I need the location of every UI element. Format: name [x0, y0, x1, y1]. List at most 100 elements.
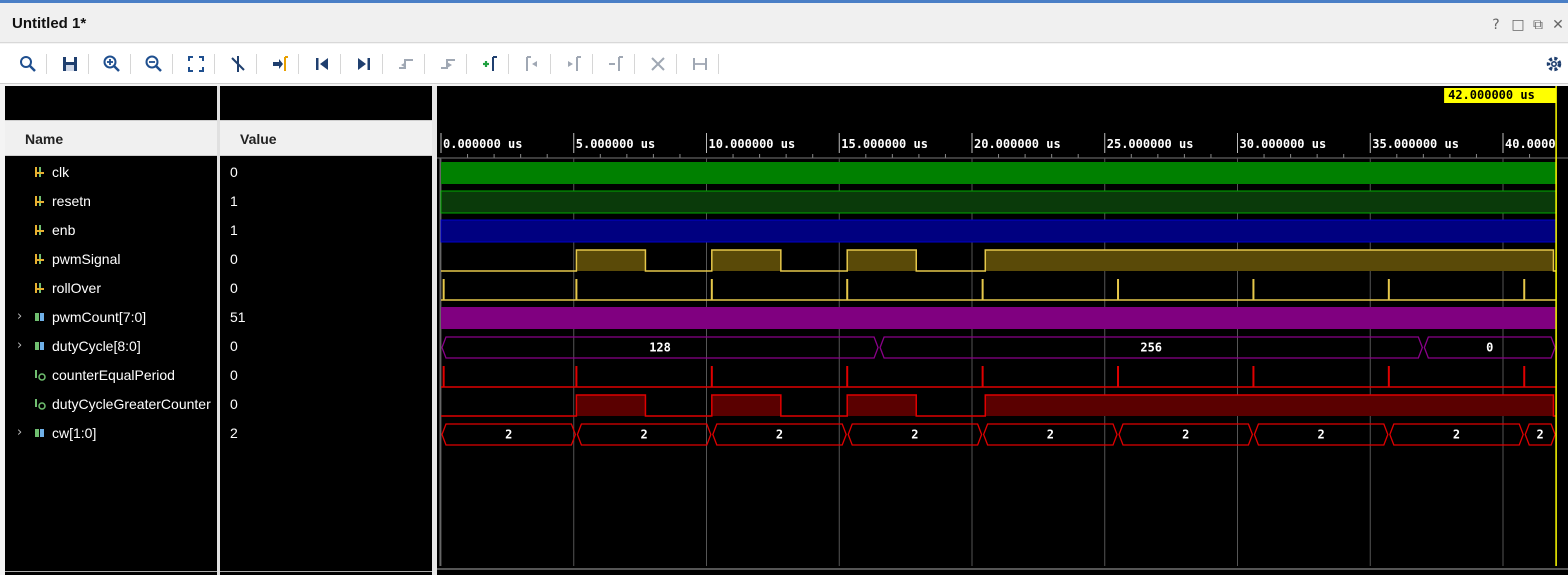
wave-cw-segment-label: 2: [911, 428, 918, 442]
signal-row-counterequalperiod[interactable]: counterEqualPeriod: [5, 361, 217, 390]
go-to-start-icon[interactable]: [310, 52, 334, 76]
signal-row-rollover[interactable]: rollOver: [5, 274, 217, 303]
signal-name: clk: [52, 164, 70, 180]
expand-chevron-icon[interactable]: ›: [17, 309, 22, 324]
wave-pwmsignal-high-region: [985, 250, 1554, 271]
toolbar-separator: [340, 54, 341, 74]
wave-dutycycle-segment-label: 256: [1140, 341, 1162, 355]
wave-cw-segment-label: 2: [1318, 428, 1325, 442]
help-icon[interactable]: ?: [1486, 17, 1506, 33]
wave-dutycyclegreatercounter-high-region: [711, 395, 781, 416]
expand-chevron-icon[interactable]: ›: [17, 338, 22, 353]
wave-dutycyclegreatercounter-high-region: [985, 395, 1554, 416]
value-row[interactable]: 0: [220, 332, 432, 361]
wave-cw-segment-label: 2: [1453, 428, 1460, 442]
toolbar-separator: [592, 54, 593, 74]
expand-chevron-icon[interactable]: ›: [17, 425, 22, 440]
signal-row-dutycyclegreatercounter[interactable]: dutyCycleGreaterCounter: [5, 390, 217, 419]
signal-value: 1: [230, 193, 238, 209]
next-marker-icon[interactable]: [562, 52, 586, 76]
scroll-divider: [220, 571, 432, 572]
ruler-tick-label: 5.000000 us: [576, 137, 655, 151]
value-row[interactable]: 0: [220, 361, 432, 390]
toolbar-separator: [214, 54, 215, 74]
value-row[interactable]: 2: [220, 419, 432, 448]
signal-value: 1: [230, 222, 238, 238]
search-icon[interactable]: [16, 52, 40, 76]
wave-cw-segment-label: 2: [1537, 428, 1544, 442]
toolbar-separator: [550, 54, 551, 74]
previous-transition-icon[interactable]: [394, 52, 418, 76]
add-marker-icon[interactable]: [478, 52, 502, 76]
scroll-divider: [5, 571, 217, 572]
waveform-svg[interactable]: 42.000000 us 0.000000 us 5.000000 us 10.000…: [437, 86, 1568, 575]
zoom-out-icon[interactable]: [142, 52, 166, 76]
previous-marker-icon[interactable]: [520, 52, 544, 76]
value-row[interactable]: 0: [220, 274, 432, 303]
zoom-in-icon[interactable]: [100, 52, 124, 76]
signal-name: rollOver: [52, 280, 102, 296]
marker-distance-icon[interactable]: [688, 52, 712, 76]
toolbar-separator: [718, 54, 719, 74]
cursor-snap-icon[interactable]: [226, 52, 250, 76]
ruler-tick-label: 15.000000 us: [841, 137, 928, 151]
wave-enb: [440, 219, 1557, 243]
wave-resetn: [440, 190, 1557, 214]
settings-icon[interactable]: [1542, 52, 1566, 76]
signal-value: 51: [230, 309, 246, 325]
signal-row-pwmsignal[interactable]: pwmSignal: [5, 245, 217, 274]
wave-dutycycle-segment-label: 0: [1486, 341, 1493, 355]
signal-name: dutyCycle[8:0]: [52, 338, 141, 354]
signal-row-resetn[interactable]: resetn: [5, 187, 217, 216]
save-icon[interactable]: [58, 52, 82, 76]
signal-value: 0: [230, 164, 238, 180]
wave-dutycyclegreatercounter-high-region: [847, 395, 917, 416]
next-transition-icon[interactable]: [436, 52, 460, 76]
wave-pwmsignal-high-region: [576, 250, 646, 271]
ruler-tick-label: 25.000000 us: [1107, 137, 1194, 151]
ruler-tick-label: 30.000000 us: [1240, 137, 1327, 151]
waveform-canvas[interactable]: 42.000000 us 0.000000 us 5.000000 us 10.000…: [437, 86, 1568, 575]
value-row[interactable]: 1: [220, 187, 432, 216]
value-row[interactable]: 1: [220, 216, 432, 245]
ruler-tick-label: 40.0000: [1505, 137, 1556, 151]
value-row[interactable]: 0: [220, 245, 432, 274]
signal-names-panel: Name clk resetn enb pwmSignal rollOver › pwmCo…: [5, 86, 217, 575]
signal-row-pwmcount[interactable]: › pwmCount[7:0]: [5, 303, 217, 332]
delete-marker-icon[interactable]: [646, 52, 670, 76]
toolbar-separator: [46, 54, 47, 74]
ruler-tick-label: 0.000000 us: [443, 137, 522, 151]
signal-name: cw[1:0]: [52, 425, 97, 441]
signal-values-panel: Value 0 1 1 0 0 51 0 0 0 2: [220, 86, 432, 575]
title-bar: Untitled 1* ? □ ⧉ ✕: [0, 3, 1568, 43]
zoom-fit-icon[interactable]: [184, 52, 208, 76]
go-to-cursor-icon[interactable]: [268, 52, 292, 76]
close-icon[interactable]: ✕: [1548, 17, 1568, 33]
value-column-header[interactable]: Value: [220, 120, 432, 156]
value-row[interactable]: 0: [220, 390, 432, 419]
value-row[interactable]: 51: [220, 303, 432, 332]
wave-pwmsignal-high-region: [711, 250, 781, 271]
name-column-header[interactable]: Name: [5, 120, 217, 156]
signal-value: 2: [230, 425, 238, 441]
wave-pwmcount: [441, 307, 1557, 329]
toolbar-separator: [256, 54, 257, 74]
signal-row-clk[interactable]: clk: [5, 158, 217, 187]
signal-row-enb[interactable]: enb: [5, 216, 217, 245]
value-row[interactable]: 0: [220, 158, 432, 187]
signal-value: 0: [230, 338, 238, 354]
toolbar-separator: [88, 54, 89, 74]
swap-cursors-icon[interactable]: [604, 52, 628, 76]
signal-name: counterEqualPeriod: [52, 367, 175, 383]
restore-icon[interactable]: □: [1508, 17, 1528, 33]
signal-row-dutycycle[interactable]: › dutyCycle[8:0]: [5, 332, 217, 361]
toolbar-separator: [424, 54, 425, 74]
cursor-time-label: 42.000000 us: [1448, 88, 1535, 102]
wave-dutycycle-segment-label: 128: [649, 341, 671, 355]
signal-value: 0: [230, 396, 238, 412]
go-to-end-icon[interactable]: [352, 52, 376, 76]
wave-cw-segment-label: 2: [1047, 428, 1054, 442]
float-icon[interactable]: ⧉: [1528, 17, 1548, 33]
toolbar-separator: [172, 54, 173, 74]
signal-row-cw[interactable]: › cw[1:0]: [5, 419, 217, 448]
